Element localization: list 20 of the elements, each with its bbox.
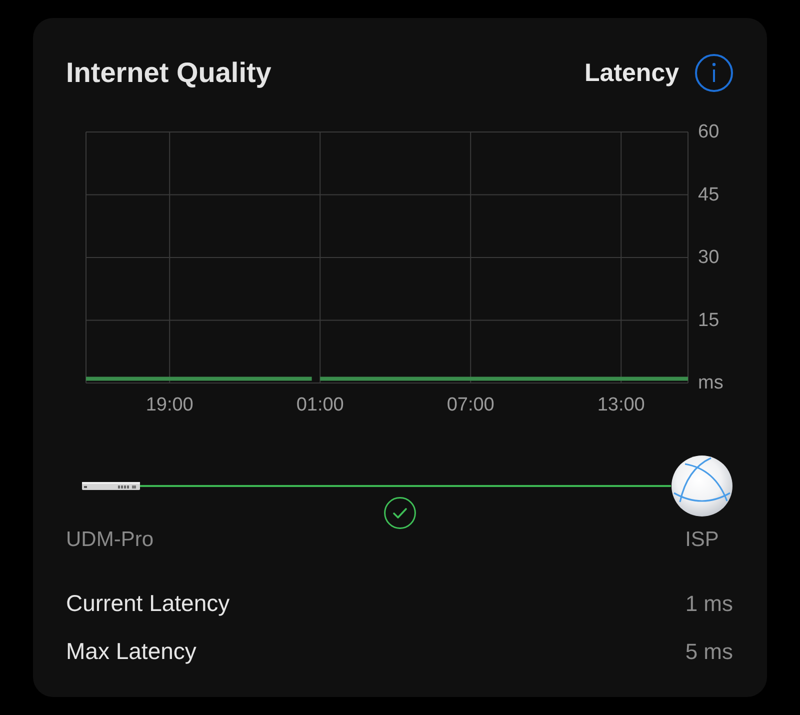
x-axis-label: 07:00 <box>446 394 494 416</box>
stat-label: Current Latency <box>66 588 230 618</box>
y-axis-label: 60 <box>698 122 720 142</box>
card-title: Internet Quality <box>66 56 272 90</box>
metric-label: Latency <box>584 58 679 88</box>
y-axis-label: 45 <box>698 184 720 206</box>
x-axis-label: 13:00 <box>597 394 645 416</box>
y-axis-label: 15 <box>698 310 720 331</box>
stat-value: 1 ms <box>685 590 733 618</box>
device-label: UDM-Pro <box>66 527 154 552</box>
isp-label: ISP <box>684 527 720 552</box>
y-axis-label: ms <box>698 372 724 394</box>
info-icon[interactable] <box>695 54 733 92</box>
stat-value: 5 ms <box>685 638 733 666</box>
x-axis-label: 01:00 <box>296 394 344 416</box>
stat-label: Max Latency <box>66 636 196 666</box>
x-axis-label: 19:00 <box>146 394 194 416</box>
router-device-icon <box>82 481 140 491</box>
y-axis-label: 30 <box>698 247 720 268</box>
globe-icon <box>671 455 733 517</box>
